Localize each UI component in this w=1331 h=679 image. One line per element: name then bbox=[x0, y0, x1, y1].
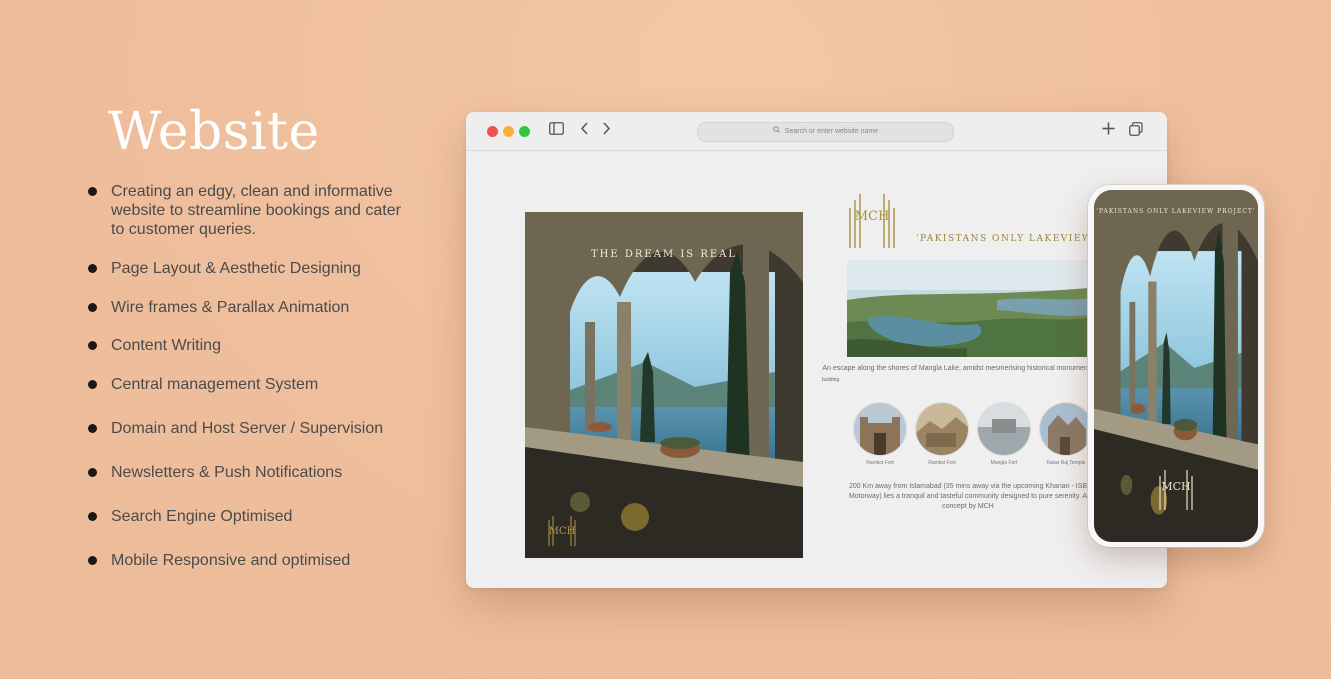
description: 200 Km away from Islamabad (35 mins away… bbox=[848, 483, 1088, 510]
brand-logo: MCH bbox=[847, 190, 897, 250]
hero-caption: THE DREAM IS REAL bbox=[590, 249, 738, 260]
landmark-image bbox=[977, 402, 1031, 456]
landmark-image bbox=[915, 402, 969, 456]
phone-logo: MCH bbox=[1156, 464, 1196, 517]
phone-mockup: 'PAKISTANS ONLY LAKEVIEW PROJECT' MCH bbox=[1088, 185, 1264, 547]
feature-item: Content Writing bbox=[88, 336, 418, 355]
address-placeholder: Search or enter website name bbox=[784, 128, 879, 135]
bullet-icon bbox=[88, 380, 97, 389]
landmark-image bbox=[1039, 402, 1093, 456]
hero-logo-text: MCH bbox=[549, 526, 576, 537]
landmarks-row: Ramkot Fort Ramkot Fort Mangla Fort Kata… bbox=[853, 402, 1093, 466]
bullet-icon bbox=[88, 187, 97, 196]
brand-logo-text: MCH bbox=[855, 209, 890, 224]
hero-logo: MCH bbox=[545, 512, 579, 553]
landmark-card[interactable]: Ramkot Fort bbox=[915, 402, 969, 466]
browser-mockup: Search or enter website name THE DREAM I… bbox=[466, 112, 1167, 588]
hero-image: THE DREAM IS REAL MCH bbox=[525, 212, 803, 558]
close-window-button[interactable] bbox=[487, 126, 498, 137]
intro-caption: An escape along the shores of Mangla Lak… bbox=[822, 365, 1092, 383]
feature-item: Creating an edgy, clean and informative … bbox=[88, 182, 418, 239]
sidebar-icon[interactable] bbox=[549, 122, 564, 140]
bullet-icon bbox=[88, 341, 97, 350]
landmark-card[interactable]: Ramkot Fort bbox=[853, 402, 907, 466]
maximize-window-button[interactable] bbox=[519, 126, 530, 137]
search-icon bbox=[773, 126, 782, 135]
bullet-icon bbox=[88, 424, 97, 433]
browser-toolbar: Search or enter website name bbox=[466, 112, 1167, 151]
back-icon[interactable] bbox=[580, 122, 589, 140]
bullet-icon bbox=[88, 303, 97, 312]
feature-item: Domain and Host Server / Supervision bbox=[88, 419, 418, 438]
plus-icon[interactable] bbox=[1102, 122, 1115, 140]
page-title: Website bbox=[108, 102, 320, 162]
feature-item: Search Engine Optimised bbox=[88, 507, 418, 526]
landmark-card[interactable]: Mangla Fort bbox=[977, 402, 1031, 466]
phone-tagline: 'PAKISTANS ONLY LAKEVIEW PROJECT' bbox=[1096, 208, 1256, 215]
phone-logo-text: MCH bbox=[1161, 480, 1190, 493]
bullet-icon bbox=[88, 556, 97, 565]
lake-aerial-image bbox=[847, 260, 1089, 357]
address-bar[interactable]: Search or enter website name bbox=[697, 122, 954, 142]
tabs-icon[interactable] bbox=[1129, 122, 1143, 141]
feature-item: Central management System bbox=[88, 375, 418, 394]
minimize-window-button[interactable] bbox=[503, 126, 514, 137]
feature-item: Wire frames & Parallax Animation bbox=[88, 298, 418, 317]
forward-icon[interactable] bbox=[602, 122, 611, 140]
landmark-card[interactable]: Katas Raj Temple bbox=[1039, 402, 1093, 466]
caption-side-label: building bbox=[822, 377, 840, 383]
landmark-image bbox=[853, 402, 907, 456]
phone-screen: 'PAKISTANS ONLY LAKEVIEW PROJECT' MCH bbox=[1094, 190, 1258, 542]
bullet-icon bbox=[88, 512, 97, 521]
feature-item: Page Layout & Aesthetic Designing bbox=[88, 259, 418, 278]
feature-item: Mobile Responsive and optimised bbox=[88, 551, 418, 570]
feature-item: Newsletters & Push Notifications bbox=[88, 463, 418, 482]
bullet-icon bbox=[88, 468, 97, 477]
bullet-icon bbox=[88, 264, 97, 273]
